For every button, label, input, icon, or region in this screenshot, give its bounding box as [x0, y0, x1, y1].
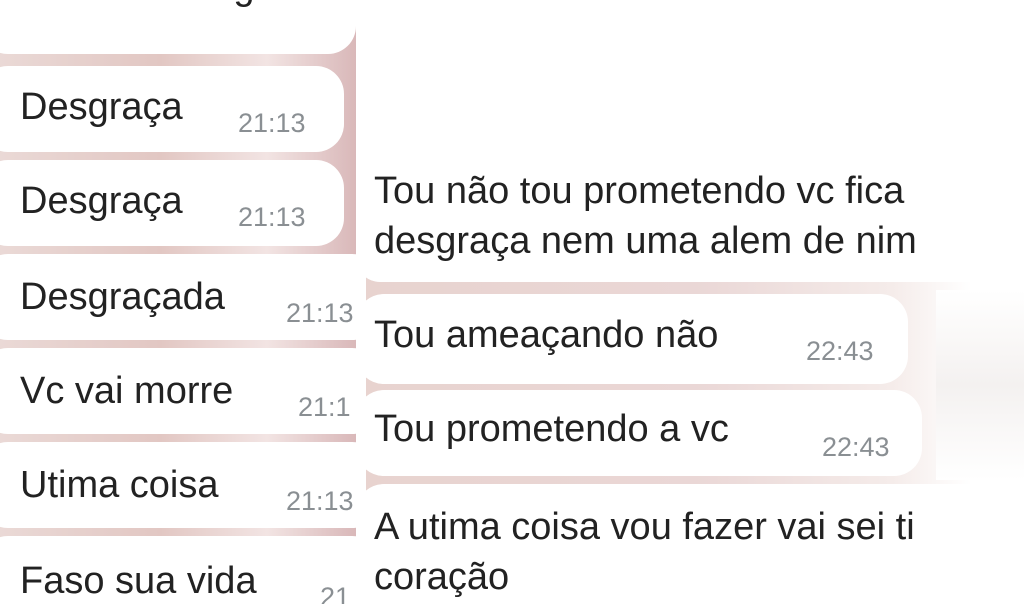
message-time: 21:13: [238, 202, 306, 232]
message-bubble[interactable]: Desgraçada 21:13: [0, 254, 356, 340]
message-bubble[interactable]: Vc vai morre 21:1: [0, 348, 356, 434]
right-chat-panel: Tou não tou prometendo vc fica desgraça …: [366, 162, 1024, 604]
message-text-line: desgraça nem uma alem de nim: [374, 220, 917, 262]
message-text-line: A utima coisa vou fazer vai sei ti: [374, 506, 915, 548]
message-bubble[interactable]: Amanhã chego aí: [0, 0, 356, 54]
message-text-line: Tou não tou prometendo vc fica: [374, 170, 905, 212]
message-bubble[interactable]: Utima coisa 21:13: [0, 442, 356, 528]
message-bubble[interactable]: Desgraça 21:13: [0, 66, 344, 152]
message-text: Desgraçada: [20, 276, 225, 318]
message-time: 22:43: [822, 432, 890, 462]
message-time: 21:13: [286, 298, 354, 328]
message-time: 21:13: [238, 108, 306, 138]
message-text-line: coração: [374, 556, 510, 598]
message-time: 21:1: [298, 392, 351, 422]
message-text: Tou prometendo a vc: [374, 408, 729, 450]
message-text: Desgraça: [20, 180, 183, 222]
message-text: Utima coisa: [20, 464, 219, 506]
message-time: 21:13: [286, 486, 354, 516]
message-bubble[interactable]: Faso sua vida 21: [0, 536, 356, 604]
message-bubble[interactable]: Tou não tou prometendo vc fica desgraça …: [366, 162, 1000, 282]
message-text: Vc vai morre: [20, 370, 234, 412]
message-text: Amanhã chego aí: [20, 0, 318, 10]
message-bubble[interactable]: Desgraça 21:13: [0, 160, 344, 246]
message-time: 22:43: [806, 336, 874, 366]
redaction-block: [936, 290, 1024, 480]
left-chat-panel: Amanhã chego aí Desgraça 21:13 Desgraça …: [0, 0, 356, 604]
message-text: Desgraça: [20, 86, 183, 128]
panel-divider: [356, 0, 366, 604]
message-text: Tou ameaçando não: [374, 314, 719, 356]
message-time: 21: [320, 582, 351, 604]
message-bubble[interactable]: A utima coisa vou fazer vai sei ti coraç…: [366, 484, 1000, 604]
message-bubble[interactable]: Tou ameaçando não 22:43: [366, 294, 908, 384]
message-bubble[interactable]: Tou prometendo a vc 22:43: [366, 390, 922, 476]
message-text: Faso sua vida: [20, 560, 257, 602]
